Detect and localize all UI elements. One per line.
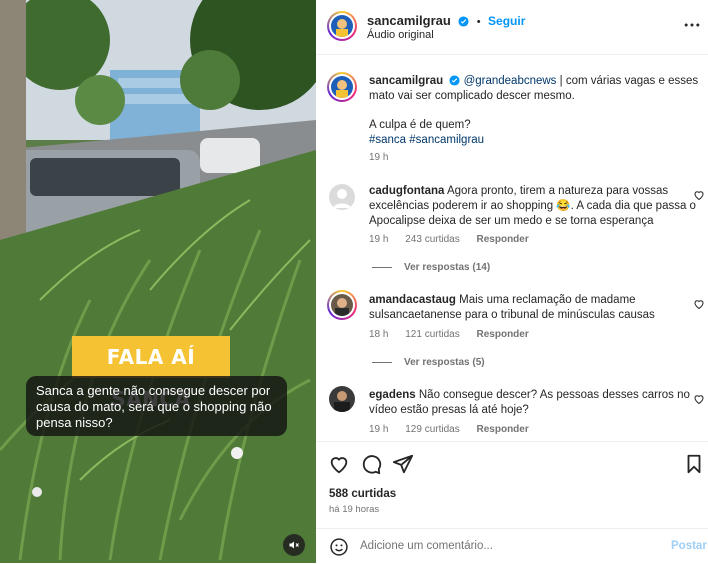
comment-username[interactable]: amandacastaug [369, 294, 456, 306]
author-line: sancamilgrau • Seguir [367, 12, 525, 30]
author-username[interactable]: sancamilgrau [367, 13, 451, 28]
comments-section: sancamilgrau @grandeabcnews | com várias… [316, 55, 708, 440]
verified-badge-icon [449, 75, 460, 86]
comment-input[interactable]: Adicione um comentário... [360, 540, 493, 552]
comment-text: egadens Não consegue descer? As pessoas … [369, 389, 690, 416]
comment-likes[interactable]: 121 curtidas [405, 329, 459, 340]
comment-avatar[interactable] [329, 386, 355, 412]
reply-button[interactable]: Responder [477, 329, 529, 340]
like-heart-icon[interactable] [328, 453, 350, 475]
likes-count[interactable]: 588 curtidas [329, 488, 396, 500]
comment-bubble-icon[interactable] [360, 453, 382, 475]
author-avatar[interactable] [327, 11, 357, 41]
post-time: há 19 horas [329, 504, 380, 515]
caption-mention[interactable]: @grandeabcnews [464, 75, 557, 87]
reply-button[interactable]: Responder [477, 234, 529, 245]
save-bookmark-icon[interactable] [683, 453, 705, 475]
caption-hashtags[interactable]: #sanca #sancamilgrau [369, 133, 699, 148]
caption-time: 19 h [369, 152, 389, 163]
post-caption: sancamilgrau @grandeabcnews | com várias… [369, 74, 699, 104]
post-side-panel: sancamilgrau • Seguir Áudio original san… [316, 0, 708, 563]
comment-username[interactable]: egadens [369, 389, 416, 401]
caption-author-avatar[interactable] [327, 72, 357, 102]
comment-time: 19 h [369, 424, 389, 435]
comment-meta: 19 h 129 curtidas Responder [369, 424, 543, 435]
caption-username[interactable]: sancamilgrau [369, 75, 443, 87]
comment-text: cadugfontana Agora pronto, tirem a natur… [369, 185, 696, 227]
post-comment-button[interactable]: Postar [671, 540, 707, 552]
comment-time: 18 h [369, 329, 389, 340]
caption-question: A culpa é de quem? [369, 119, 471, 131]
follow-button[interactable]: Seguir [488, 14, 525, 28]
header-separator: • [476, 16, 481, 28]
comment-likes[interactable]: 243 curtidas [405, 234, 459, 245]
comment-like-heart-icon[interactable] [693, 393, 705, 405]
comment-meta: 19 h 243 curtidas Responder [369, 234, 543, 245]
post-header: sancamilgrau • Seguir Áudio original [316, 0, 708, 55]
comment-like-heart-icon[interactable] [693, 189, 705, 201]
verified-badge-icon [458, 16, 469, 27]
comment-time: 19 h [369, 234, 389, 245]
post-actions: 588 curtidas há 19 horas [316, 441, 708, 522]
emoji-icon[interactable] [329, 537, 349, 557]
reply-button[interactable]: Responder [477, 424, 529, 435]
overlay-title: FALA AÍ SANCA [106, 345, 196, 411]
comment-text: amandacastaug Mais uma reclamação de mad… [369, 294, 655, 321]
audio-label[interactable]: Áudio original [367, 29, 434, 41]
share-paper-plane-icon[interactable] [392, 453, 414, 475]
comment-likes[interactable]: 129 curtidas [405, 424, 459, 435]
comment-username[interactable]: cadugfontana [369, 185, 444, 197]
mute-button[interactable] [283, 534, 305, 556]
post-video[interactable]: FALA AÍ SANCA Sanca a gente não consegue… [0, 0, 316, 563]
comment-meta: 18 h 121 curtidas Responder [369, 329, 543, 340]
more-options-icon[interactable] [682, 15, 702, 35]
overlay-caption: Sanca a gente não consegue descer por ca… [26, 376, 287, 436]
muted-speaker-icon [289, 541, 299, 549]
comment-avatar[interactable] [329, 184, 355, 210]
add-comment-bar: Adicione um comentário... Postar [316, 528, 708, 564]
comment-avatar[interactable] [327, 290, 357, 320]
view-replies-button[interactable]: Ver respostas (5) [372, 357, 485, 368]
view-replies-button[interactable]: Ver respostas (14) [372, 262, 490, 273]
video-frame [0, 0, 316, 563]
comment-like-heart-icon[interactable] [693, 298, 705, 310]
instagram-post-modal: FALA AÍ SANCA Sanca a gente não consegue… [0, 0, 708, 563]
